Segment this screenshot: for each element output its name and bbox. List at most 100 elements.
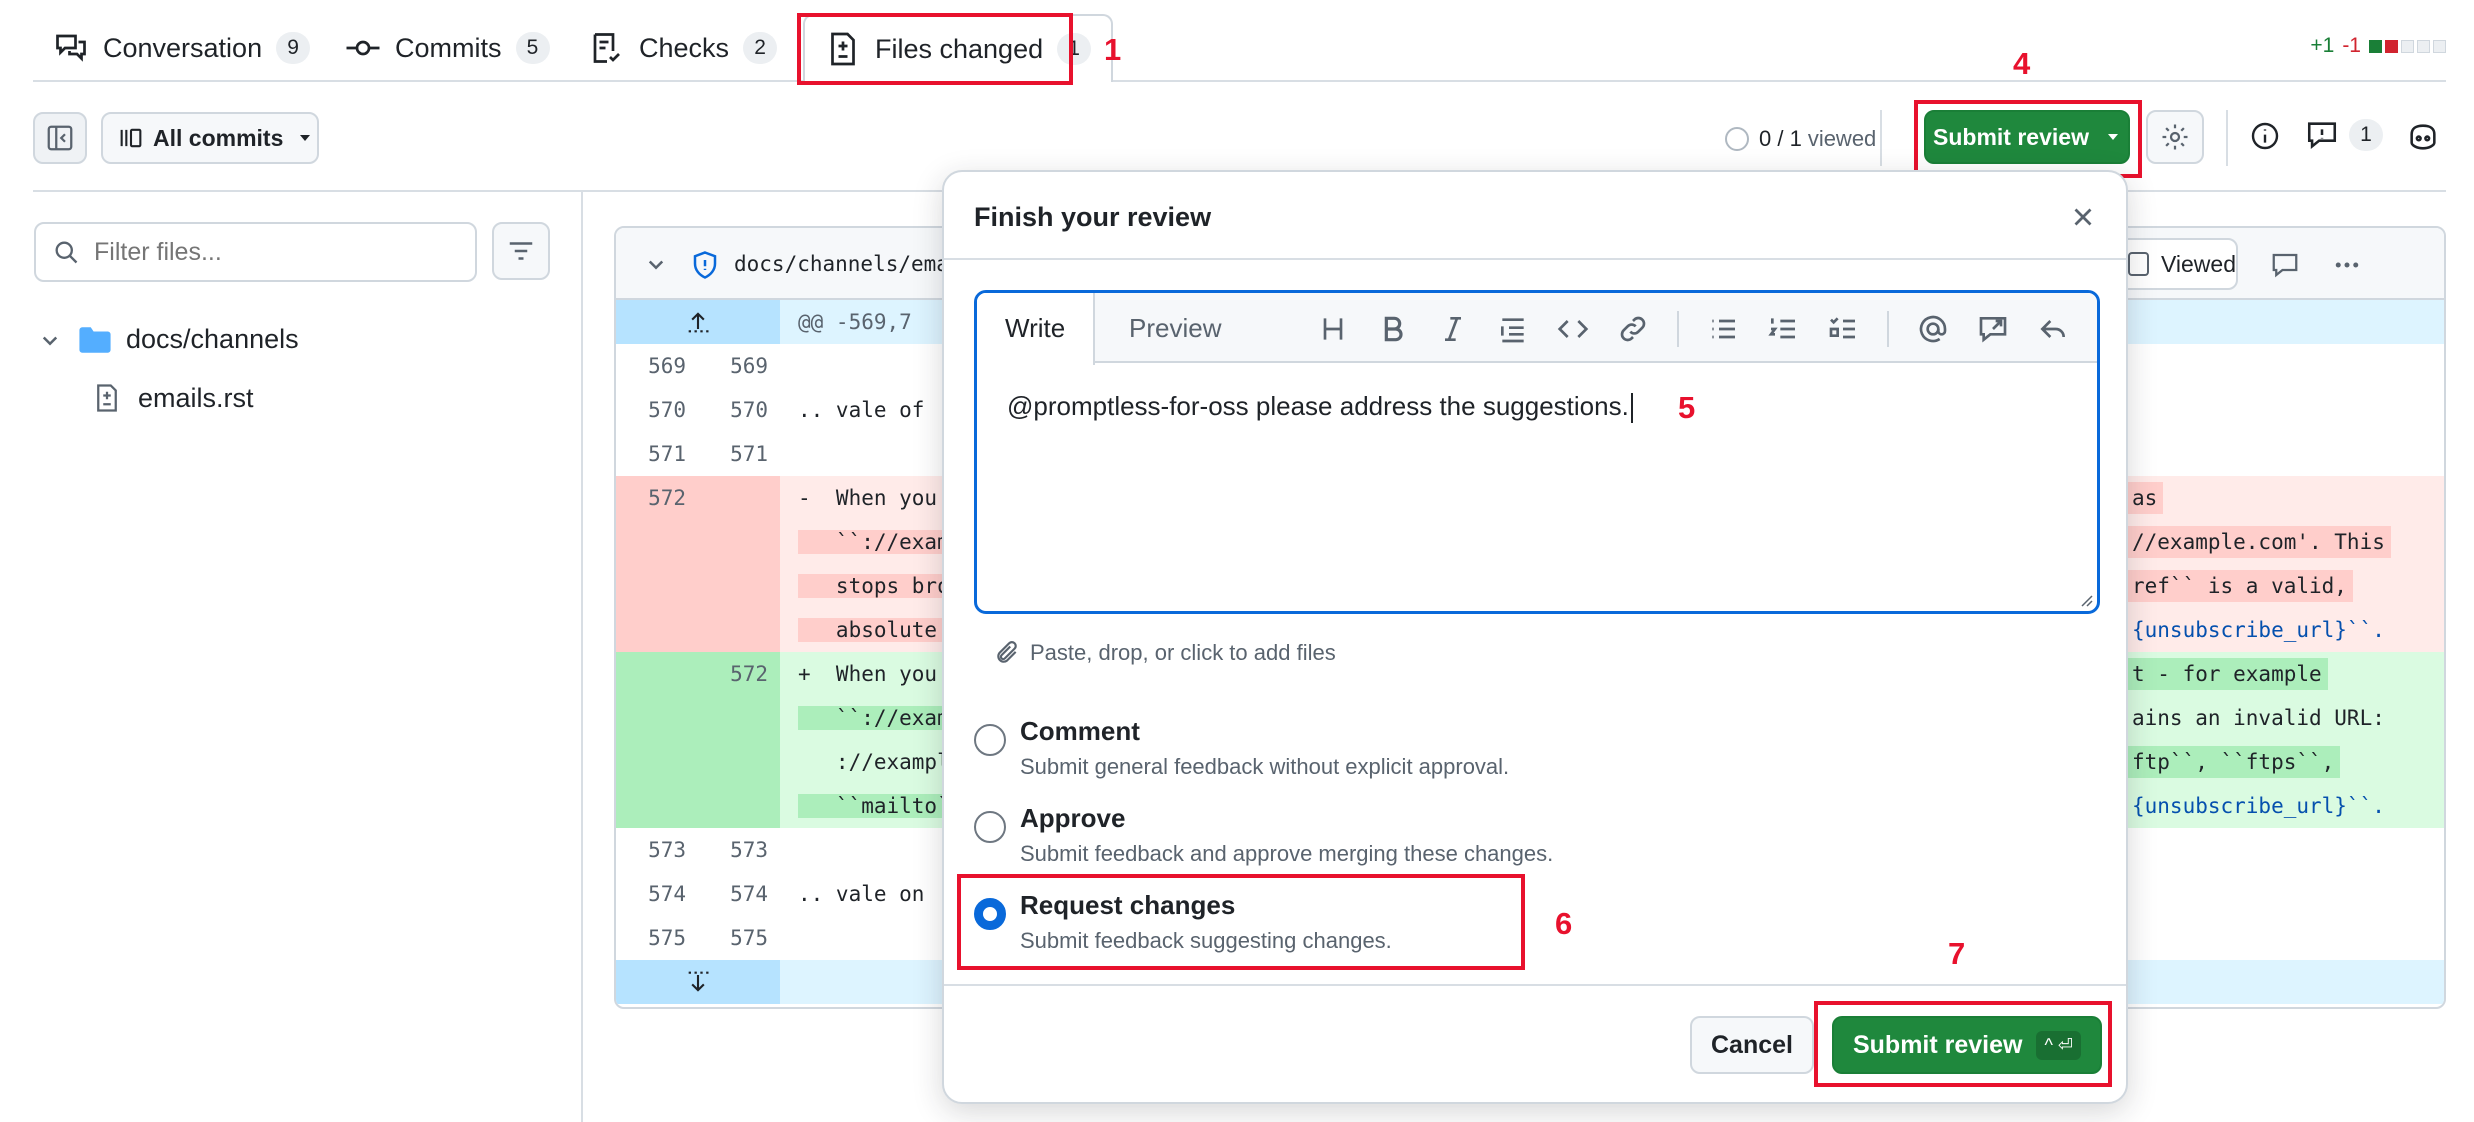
toggle-file-tree-button[interactable] <box>33 112 87 164</box>
search-icon <box>55 241 78 264</box>
comments-count: 1 <box>2349 119 2383 151</box>
old-line-number[interactable]: 572 <box>616 476 698 520</box>
task-list-icon[interactable] <box>1827 313 1859 345</box>
new-line-number[interactable]: 571 <box>698 432 780 476</box>
tab-label: Conversation <box>103 32 263 63</box>
italic-icon[interactable] <box>1437 313 1469 345</box>
new-line-number[interactable]: 570 <box>698 388 780 432</box>
filter-icon <box>509 242 533 260</box>
tab-label: Commits <box>395 32 502 63</box>
expand-down-gutter[interactable] <box>616 960 780 1004</box>
expand-up-icon[interactable] <box>684 308 712 336</box>
file-tree-sidebar: docs/channels emails.rst <box>0 192 583 1122</box>
line-code-right: {unsubscribe_url}``. <box>2132 618 2385 642</box>
unordered-list-icon[interactable] <box>1707 313 1739 345</box>
dialog-title: Finish your review <box>974 202 1212 232</box>
old-line-number[interactable]: 570 <box>616 388 698 432</box>
expand-down-icon[interactable] <box>684 968 712 996</box>
tab-conversation[interactable]: Conversation 9 <box>53 18 311 78</box>
option-description: Submit general feedback without explicit… <box>1020 754 1510 779</box>
diff-file-path[interactable]: docs/channels/emai <box>734 252 962 276</box>
tab-preview[interactable]: Preview <box>1101 293 1249 365</box>
divider <box>1677 311 1679 347</box>
ordered-list-icon[interactable] <box>1767 313 1799 345</box>
folder-name: docs/channels <box>126 324 299 354</box>
commits-select[interactable]: All commits <box>101 112 319 164</box>
review-comment-editor: Write Preview @promptless-for-oss please… <box>974 290 2100 614</box>
diffstat-removed: -1 <box>2342 34 2361 57</box>
diffstat-added: +1 <box>2310 34 2335 57</box>
old-line-number[interactable]: 569 <box>616 344 698 388</box>
new-line-number[interactable]: 569 <box>698 344 780 388</box>
checkbox[interactable] <box>2128 252 2149 276</box>
tab-checks[interactable]: Checks 2 <box>589 18 778 78</box>
kebab-horizontal-icon[interactable] <box>2330 250 2364 280</box>
annotation-number-4: 4 <box>2013 46 2031 81</box>
close-icon[interactable] <box>2068 202 2098 232</box>
review-comment-text: @promptless-for-oss please address the s… <box>1007 391 1629 421</box>
cross-reference-icon[interactable] <box>1977 313 2009 345</box>
info-button[interactable] <box>2249 120 2283 154</box>
annotation-number-1: 1 <box>1104 32 1122 67</box>
comment-icon[interactable] <box>2270 250 2300 280</box>
line-code-right: //example.com'. This <box>2126 526 2391 558</box>
tab-commits[interactable]: Commits 5 <box>345 18 550 78</box>
new-line-number[interactable]: 573 <box>698 828 780 872</box>
new-line-number[interactable]: 572 <box>698 652 780 696</box>
old-line-number[interactable]: 575 <box>616 916 698 960</box>
viewed-checkbox-button[interactable]: Viewed <box>2114 238 2238 290</box>
checklist-icon <box>593 33 620 63</box>
line-code-right: as <box>2126 482 2164 514</box>
tree-folder-docs-channels[interactable]: docs/channels <box>40 324 299 355</box>
divider <box>1880 110 1882 166</box>
git-commit-icon <box>346 40 380 56</box>
tab-counter: 5 <box>515 32 550 64</box>
old-line-number[interactable]: 573 <box>616 828 698 872</box>
chevron-down-icon[interactable] <box>646 254 666 274</box>
diff-settings-button[interactable] <box>2146 110 2204 164</box>
filter-options-button[interactable] <box>492 222 550 280</box>
viewed-count: 0 / 1 <box>1759 126 1802 151</box>
comment-discussion-icon <box>56 34 86 62</box>
git-compare-icon <box>120 128 142 148</box>
line-code-right: t - for example <box>2126 658 2328 690</box>
new-line-number[interactable]: 574 <box>698 872 780 916</box>
bold-icon[interactable] <box>1377 313 1409 345</box>
copilot-button[interactable] <box>2406 120 2442 154</box>
copilot-icon <box>2410 124 2436 150</box>
filter-files-input[interactable] <box>94 237 454 267</box>
radio-comment[interactable] <box>974 724 1006 756</box>
heading-icon[interactable] <box>1317 313 1349 345</box>
cancel-button[interactable]: Cancel <box>1690 1016 1814 1074</box>
quote-icon[interactable] <box>1497 313 1529 345</box>
new-line-number[interactable]: 575 <box>698 916 780 960</box>
tab-write[interactable]: Write <box>977 293 1096 365</box>
comments-button[interactable]: 1 <box>2305 118 2383 152</box>
link-icon[interactable] <box>1617 313 1649 345</box>
line-code-right: ref`` is a valid, <box>2126 570 2353 602</box>
expand-up-gutter[interactable] <box>616 300 780 344</box>
line-code-right: ains an invalid URL: <box>2132 706 2385 730</box>
commits-select-label: All commits <box>153 124 284 151</box>
code-icon[interactable] <box>1557 313 1589 345</box>
resize-handle-icon[interactable] <box>2077 591 2093 607</box>
reply-icon[interactable] <box>2037 313 2069 345</box>
old-line-number[interactable]: 571 <box>616 432 698 476</box>
attach-files-area[interactable]: Paste, drop, or click to add files <box>994 640 1336 666</box>
review-comment-textarea[interactable]: @promptless-for-oss please address the s… <box>1007 391 1633 424</box>
filter-files-field[interactable] <box>34 222 477 282</box>
tree-file-emails-rst[interactable]: emails.rst <box>92 382 254 414</box>
mention-icon[interactable] <box>1917 313 1949 345</box>
divider <box>1887 311 1889 347</box>
diffstat-bar <box>2369 39 2446 53</box>
option-description: Submit feedback and approve merging thes… <box>1020 841 1554 866</box>
radio-approve[interactable] <box>974 811 1006 843</box>
chevron-down-icon <box>42 336 58 346</box>
line-code-right: {unsubscribe_url}``. <box>2132 794 2385 818</box>
progress-circle-icon <box>1725 127 1749 151</box>
tab-counter: 9 <box>276 32 311 64</box>
old-line-number[interactable]: 574 <box>616 872 698 916</box>
divider <box>2226 110 2228 166</box>
pr-tab-bar: Conversation 9 Commits 5 Checks 2 Files … <box>33 0 2446 82</box>
comment-icon <box>2307 122 2337 149</box>
